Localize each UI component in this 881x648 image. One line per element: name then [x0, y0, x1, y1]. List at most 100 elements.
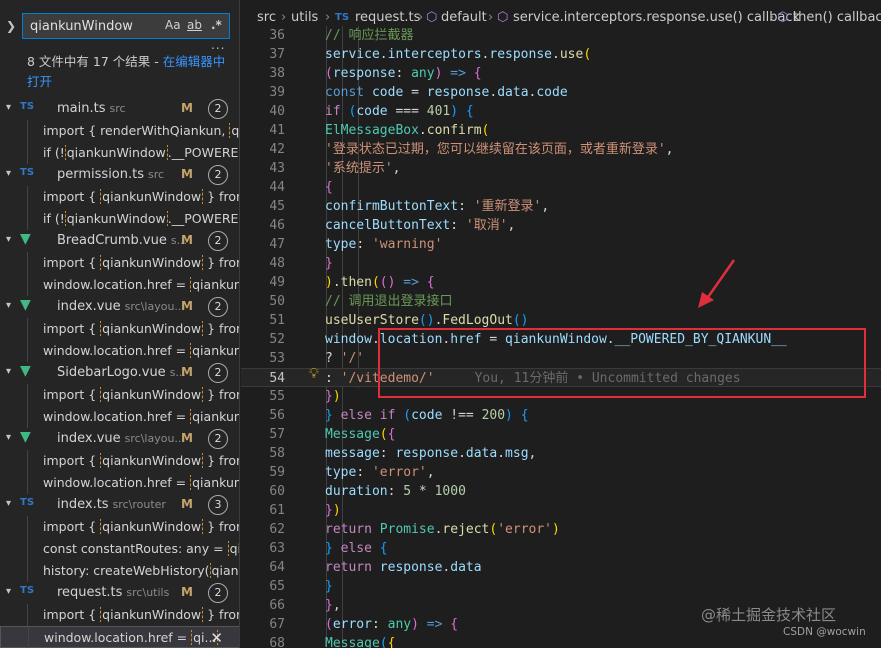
- lightbulb-icon[interactable]: 💡︎: [309, 366, 319, 382]
- code-line[interactable]: 50 // 调用退出登录接口: [241, 292, 881, 311]
- line-content: }: [325, 577, 333, 596]
- search-input[interactable]: qiankunWindow Aa ab .*: [22, 13, 230, 39]
- code-line[interactable]: 65 }: [241, 577, 881, 596]
- match-whole-word-icon[interactable]: ab: [187, 18, 202, 32]
- search-match-line[interactable]: window.location.href = qiankunWi: [0, 406, 239, 428]
- symbol-icon: ⬡: [497, 10, 509, 25]
- collapse-chevron-icon[interactable]: ▾: [6, 234, 11, 245]
- file-path: src\router: [112, 498, 166, 511]
- line-number: 47: [269, 237, 285, 252]
- search-match-line[interactable]: const constantRoutes: any = qia: [0, 538, 239, 560]
- match-text: const constantRoutes: any = qia: [43, 541, 239, 556]
- code-line[interactable]: 44 {: [241, 178, 881, 197]
- code-line[interactable]: 36 // 响应拦截器: [241, 26, 881, 45]
- code-token: confirm: [426, 123, 482, 138]
- search-result-file[interactable]: ▾ TS permission.ts src M 2: [0, 164, 239, 186]
- breadcrumb-then-callback[interactable]: then() callback: [793, 10, 881, 25]
- code-line[interactable]: 47 type: 'warning': [241, 235, 881, 254]
- toggle-replace-chevron-icon[interactable]: ❯: [6, 19, 16, 33]
- match-text: window.location.href = qiankunWi: [43, 409, 239, 424]
- collapse-chevron-icon[interactable]: ▾: [6, 586, 11, 597]
- search-query[interactable]: qiankunWindow: [30, 19, 133, 34]
- search-match-line[interactable]: window.location.href = qiankunWi: [0, 274, 239, 296]
- collapse-chevron-icon[interactable]: ▾: [6, 498, 11, 509]
- code-line[interactable]: 40 if (code === 401) {: [241, 102, 881, 121]
- code-line[interactable]: 49 ).then(() => {: [241, 273, 881, 292]
- collapse-chevron-icon[interactable]: ▾: [6, 366, 11, 377]
- use-regex-icon[interactable]: .*: [211, 18, 222, 32]
- code-token: 'error': [371, 465, 427, 480]
- match-case-icon[interactable]: Aa: [165, 18, 181, 32]
- code-token: ,: [541, 199, 550, 214]
- search-match-line[interactable]: if (!qiankunWindow.__POWERED_BY: [0, 208, 239, 230]
- search-result-file[interactable]: ▾ TS main.ts src M 2: [0, 98, 239, 120]
- search-result-file[interactable]: ▾ ▼ index.vue src\layou... M 2: [0, 296, 239, 318]
- more-options-icon[interactable]: ...: [211, 38, 225, 52]
- search-match-line[interactable]: window.location.href = qiankunWi: [0, 472, 239, 494]
- code-line[interactable]: 62 return Promise.reject('error'): [241, 520, 881, 539]
- code-line[interactable]: 45 confirmButtonText: '重新登录',: [241, 197, 881, 216]
- collapse-chevron-icon[interactable]: ▾: [6, 432, 11, 443]
- search-match-line[interactable]: import { qiankunWindow } from ...: [0, 450, 239, 472]
- search-result-file[interactable]: ▾ TS index.ts src\router M 3: [0, 494, 239, 516]
- match-suffix: } from ...: [207, 387, 239, 402]
- search-match-line[interactable]: import { qiankunWindow } from ...: [0, 318, 239, 340]
- code-token: (: [379, 636, 388, 648]
- collapse-chevron-icon[interactable]: ▾: [6, 102, 11, 113]
- breadcrumb-request-ts[interactable]: request.ts: [355, 10, 420, 25]
- search-match-line[interactable]: import { renderWithQiankun, qia: [0, 120, 239, 142]
- code-line[interactable]: 39 const code = response.data.code: [241, 83, 881, 102]
- code-line[interactable]: 43 '系统提示',: [241, 159, 881, 178]
- search-match-line[interactable]: import { qiankunWindow } from ...: [0, 604, 239, 626]
- search-match-line[interactable]: window.location.href = qiankunWi: [0, 340, 239, 362]
- search-result-file[interactable]: ▾ ▼ index.vue src\layou... M 2: [0, 428, 239, 450]
- match-text: history: createWebHistory(qiank: [43, 563, 239, 578]
- code-editor[interactable]: src › utils › TS request.ts › ⬡ default …: [241, 0, 881, 648]
- search-result-file[interactable]: ▾ ▼ BreadCrumb.vue s... M 2: [0, 230, 239, 252]
- code-line[interactable]: 41 ElMessageBox.confirm(: [241, 121, 881, 140]
- code-line[interactable]: 61 }): [241, 501, 881, 520]
- code-line[interactable]: 46 cancelButtonText: '取消',: [241, 216, 881, 235]
- line-number: 62: [269, 522, 285, 537]
- code-line[interactable]: 63 } else {: [241, 539, 881, 558]
- code-line[interactable]: 64 return response.data: [241, 558, 881, 577]
- code-line[interactable]: 56 } else if (code !== 200) {: [241, 406, 881, 425]
- code-line[interactable]: 48 }: [241, 254, 881, 273]
- code-line[interactable]: 57 Message({: [241, 425, 881, 444]
- search-match-line[interactable]: if (!qiankunWindow.__POWERED_BY: [0, 142, 239, 164]
- dismiss-result-icon[interactable]: ✕: [210, 629, 223, 647]
- collapse-chevron-icon[interactable]: ▾: [6, 300, 11, 311]
- search-match-line[interactable]: import { qiankunWindow } from ...: [0, 516, 239, 538]
- search-match-line[interactable]: import { qiankunWindow } from ...: [0, 252, 239, 274]
- search-match-line[interactable]: import { qiankunWindow } from ...: [0, 186, 239, 208]
- breadcrumb-callback[interactable]: service.interceptors.response.use() call…: [513, 10, 800, 25]
- code-line[interactable]: 60 duration: 5 * 1000: [241, 482, 881, 501]
- code-line[interactable]: 58 message: response.data.msg,: [241, 444, 881, 463]
- modified-badge: M: [181, 365, 193, 379]
- search-result-file[interactable]: ▾ TS request.ts src\utils M 2: [0, 582, 239, 604]
- code-line[interactable]: 59 type: 'error',: [241, 463, 881, 482]
- breadcrumb-src[interactable]: src: [257, 10, 276, 25]
- line-content: (response: any) => {: [325, 64, 482, 83]
- file-name: request.ts src\utils: [57, 585, 169, 600]
- tree-indent-guide: [27, 406, 28, 428]
- collapse-chevron-icon[interactable]: ▾: [6, 168, 11, 179]
- breadcrumb-utils[interactable]: utils: [291, 10, 318, 25]
- search-match-line[interactable]: history: createWebHistory(qiank: [0, 560, 239, 582]
- search-match-line[interactable]: window.location.href = qi... ✕: [0, 626, 239, 648]
- code-token: (): [379, 275, 396, 290]
- modified-badge: M: [181, 167, 193, 181]
- code-line[interactable]: 37 service.interceptors.response.use(: [241, 45, 881, 64]
- search-result-file[interactable]: ▾ ▼ SidebarLogo.vue s... M 2: [0, 362, 239, 384]
- breadcrumb-default[interactable]: default: [441, 10, 487, 25]
- tree-indent-guide: [27, 208, 28, 230]
- search-match-line[interactable]: import { qiankunWindow } from ...: [0, 384, 239, 406]
- code-token: =>: [450, 66, 466, 81]
- code-line[interactable]: 38 (response: any) => {: [241, 64, 881, 83]
- code-token: ElMessageBox: [325, 123, 419, 138]
- code-token: .: [379, 47, 388, 62]
- code-line[interactable]: 42 '登录状态已过期，您可以继续留在该页面，或者重新登录',: [241, 140, 881, 159]
- code-token: {: [520, 408, 529, 423]
- match-prefix: import {: [43, 321, 101, 336]
